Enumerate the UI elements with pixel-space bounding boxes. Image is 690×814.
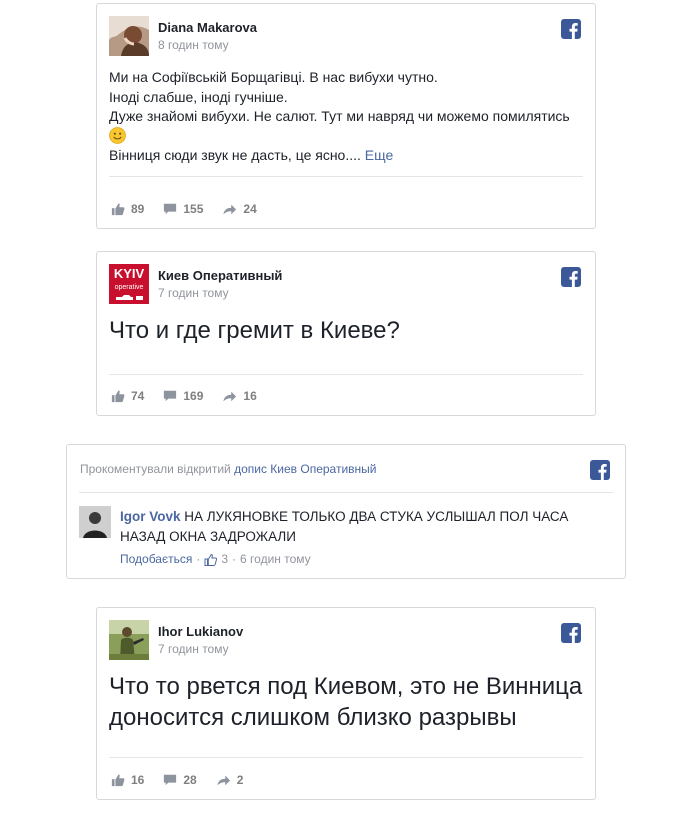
commenter-name[interactable]: Igor Vovk — [120, 509, 181, 524]
share-icon — [222, 202, 237, 216]
original-post-link[interactable]: допис Киев Оперативный — [234, 462, 376, 476]
post-stats: 74 169 16 — [111, 388, 276, 404]
comment-card: Прокоментували відкритий допис Киев Опер… — [66, 444, 626, 579]
share-count[interactable]: 16 — [222, 389, 257, 403]
comment-icon — [163, 773, 177, 787]
facebook-logo-icon[interactable] — [590, 460, 610, 480]
comment-icon — [163, 202, 177, 216]
share-count[interactable]: 2 — [216, 773, 244, 787]
see-more-link[interactable]: Еще — [365, 147, 394, 163]
facebook-logo-icon[interactable] — [561, 623, 581, 643]
like-count-value: 89 — [131, 202, 145, 216]
user-photo-icon — [109, 16, 149, 56]
post-text-line: Ми на Софіївській Борщагівці. В нас вибу… — [109, 69, 438, 85]
like-count-value: 16 — [131, 773, 145, 787]
like-comment-link[interactable]: Подобається — [120, 552, 192, 566]
post-stats: 16 28 2 — [111, 772, 262, 788]
facebook-logo-icon[interactable] — [561, 267, 581, 287]
author-name[interactable]: Ihor Lukianov — [158, 624, 243, 639]
comment-like-count: 3 — [221, 552, 229, 566]
svg-text:KYIV: KYIV — [114, 266, 145, 281]
like-count[interactable]: 16 — [111, 773, 144, 787]
author-avatar[interactable] — [109, 16, 149, 56]
comment-count-value: 155 — [183, 202, 204, 216]
smile-emoji-icon — [109, 126, 579, 147]
post-timestamp[interactable]: 8 годин тому — [158, 38, 229, 52]
post-stats: 89 155 24 — [111, 201, 276, 217]
separator-dot: · — [232, 552, 237, 566]
commenter-avatar[interactable] — [79, 506, 111, 538]
divider — [79, 492, 613, 493]
like-count-value: 74 — [131, 389, 145, 403]
post-timestamp[interactable]: 7 годин тому — [158, 286, 229, 300]
comment-card-header: Прокоментували відкритий допис Киев Опер… — [80, 462, 377, 476]
author-avatar[interactable]: KYIV operative — [109, 264, 149, 304]
comment-count[interactable]: 155 — [163, 202, 203, 216]
comment-timestamp[interactable]: 6 годин тому — [240, 552, 311, 566]
author-avatar[interactable] — [109, 620, 149, 660]
comment-count-value: 28 — [183, 773, 197, 787]
comment-count[interactable]: 169 — [163, 389, 203, 403]
share-count-value: 16 — [243, 389, 257, 403]
post-big-text: Что то рвется под Киевом, это не Винница… — [109, 671, 582, 733]
author-name[interactable]: Diana Makarova — [158, 20, 257, 35]
post-big-text: Что и где гремит в Киеве? — [109, 317, 400, 344]
post-card: Diana Makarova 8 годин тому Ми на Софіїв… — [96, 3, 596, 229]
divider — [109, 176, 583, 177]
user-photo-icon — [109, 620, 149, 660]
like-count[interactable]: 89 — [111, 202, 144, 216]
comment-icon — [163, 389, 177, 403]
comment-meta: Подобається · 3 · 6 годин тому — [120, 552, 311, 566]
like-icon — [111, 389, 125, 403]
post-text-line: Вінниця сюди звук не дасть, це ясно.... — [109, 147, 365, 163]
post-text: Ми на Софіївській Борщагівці. В нас вибу… — [109, 68, 579, 166]
share-count-value: 24 — [243, 202, 257, 216]
post-timestamp[interactable]: 7 годин тому — [158, 642, 229, 656]
share-count[interactable]: 24 — [222, 202, 257, 216]
post-text-line: Іноді слабше, іноді гучніше. — [109, 88, 288, 105]
comment-header-text: Прокоментували відкритий — [80, 462, 231, 476]
comment-count[interactable]: 28 — [163, 773, 197, 787]
comment-text: Igor Vovk НА ЛУКЯНОВКЕ ТОЛЬКО ДВА СТУКА … — [120, 507, 590, 546]
post-text-line: Дуже знайомі вибухи. Не салют. Тут ми на… — [109, 108, 570, 124]
like-icon — [111, 773, 125, 787]
facebook-logo-icon[interactable] — [561, 19, 581, 39]
user-photo-icon — [79, 506, 111, 538]
share-icon — [222, 389, 237, 403]
separator-dot: · — [196, 552, 201, 566]
like-icon — [204, 553, 218, 566]
like-count[interactable]: 74 — [111, 389, 144, 403]
comment-body: НА ЛУКЯНОВКЕ ТОЛЬКО ДВА СТУКА УСЛЫШАЛ ПО… — [120, 509, 569, 544]
comment-count-value: 169 — [183, 389, 204, 403]
kyiv-operative-logo-icon: KYIV operative — [109, 264, 149, 304]
share-icon — [216, 773, 231, 787]
share-count-value: 2 — [236, 773, 244, 787]
post-big-text-line: доносится слишком близко разрывы — [109, 704, 517, 731]
post-card: Ihor Lukianov 7 годин тому Что то рвется… — [96, 607, 596, 800]
author-name[interactable]: Киев Оперативный — [158, 268, 282, 283]
post-card: KYIV operative Киев Оперативный 7 годин … — [96, 251, 596, 416]
like-icon — [111, 202, 125, 216]
divider — [109, 374, 583, 375]
divider — [109, 757, 583, 758]
post-big-text-line: Что то рвется под Киевом, это не Винница — [109, 673, 583, 700]
svg-text:operative: operative — [115, 284, 144, 291]
